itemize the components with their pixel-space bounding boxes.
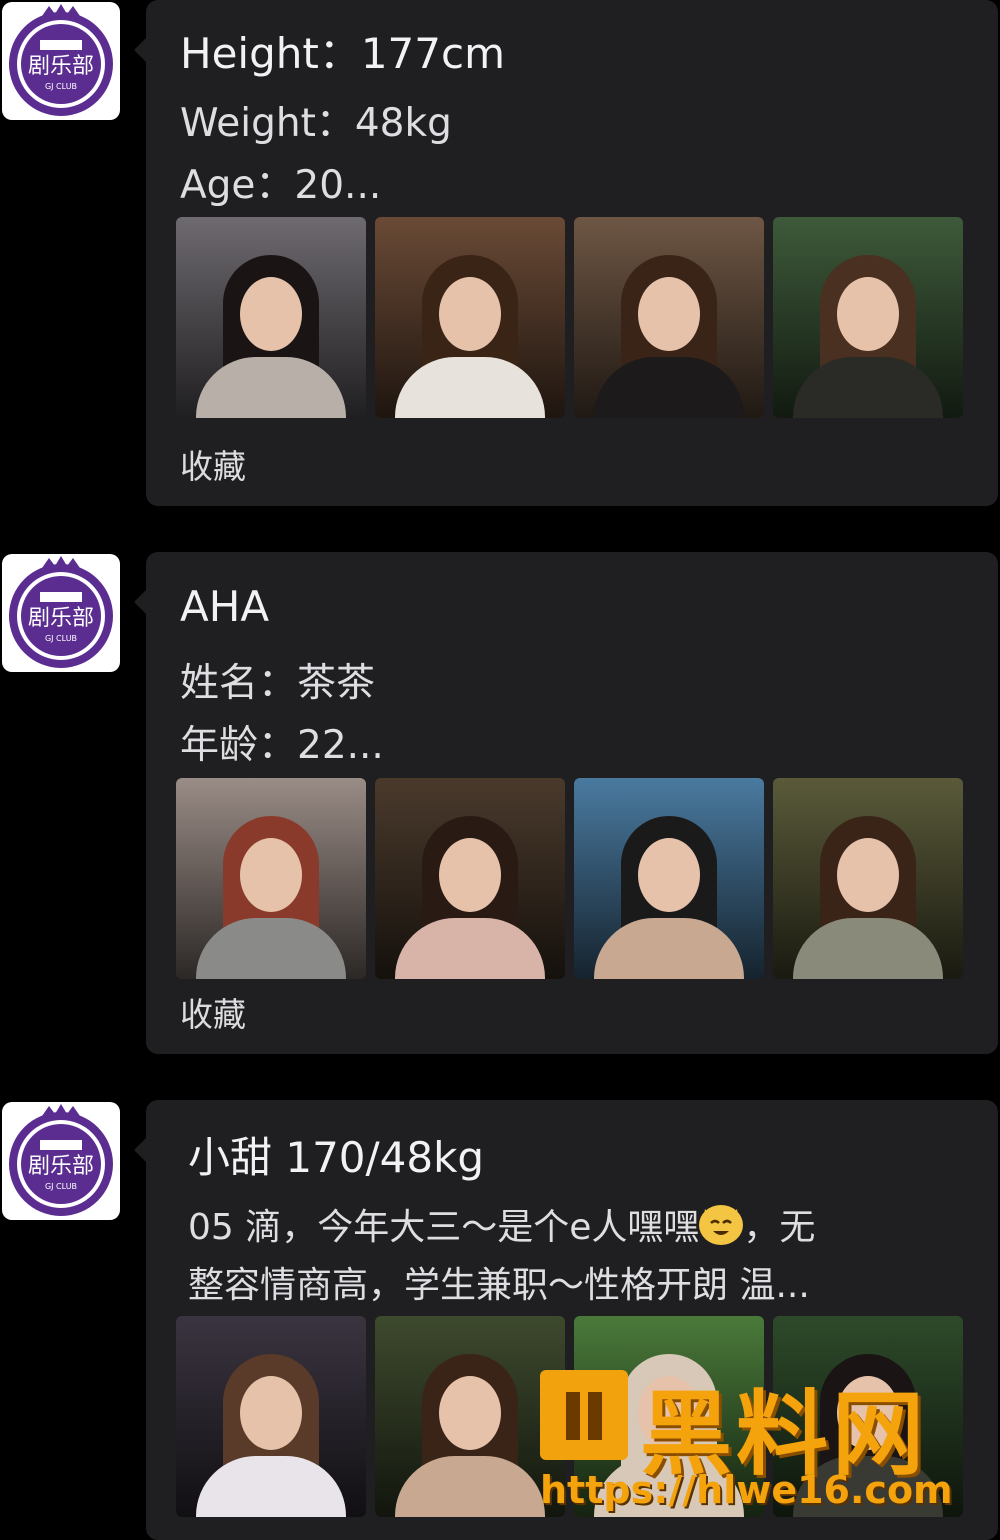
photo-body-shape bbox=[793, 357, 943, 418]
club-avatar[interactable]: 剧乐部 GJ CLUB bbox=[2, 2, 120, 120]
svg-text:剧乐部: 剧乐部 bbox=[28, 54, 94, 79]
photo-body-shape bbox=[793, 918, 943, 979]
photo-body-shape bbox=[395, 357, 545, 418]
svg-text:剧乐部: 剧乐部 bbox=[28, 1154, 94, 1179]
photo-face-shape bbox=[837, 277, 899, 351]
photo-body-shape bbox=[395, 1456, 545, 1517]
favorite-button[interactable]: 收藏 bbox=[180, 988, 246, 1036]
weight-line: Weight：48kg bbox=[180, 101, 452, 146]
post-2: 剧乐部 GJ CLUB AHA 姓名：茶茶 年龄：22... 收藏 bbox=[0, 552, 1000, 1058]
photo-face-shape bbox=[638, 277, 700, 351]
photo-thumbnail[interactable] bbox=[176, 778, 366, 979]
photo-thumbnail[interactable] bbox=[574, 217, 764, 418]
photo-face-shape bbox=[439, 838, 501, 912]
photo-face-shape bbox=[439, 1376, 501, 1450]
svg-text:剧乐部: 剧乐部 bbox=[28, 606, 94, 631]
message-bubble: Height：177cm Weight：48kg Age：20... 收藏 bbox=[134, 0, 998, 506]
photo-thumbnail[interactable] bbox=[176, 217, 366, 418]
photo-face-shape bbox=[240, 1376, 302, 1450]
svg-text:GJ CLUB: GJ CLUB bbox=[45, 634, 77, 643]
photo-body-shape bbox=[395, 918, 545, 979]
photo-thumbnail[interactable] bbox=[773, 217, 963, 418]
watermark-logo-icon bbox=[540, 1370, 628, 1460]
description-text-after: ，无 bbox=[743, 1207, 816, 1248]
photo-body-shape bbox=[196, 1456, 346, 1517]
photo-face-shape bbox=[439, 277, 501, 351]
age-line: Age：20... bbox=[180, 163, 382, 208]
photo-body-shape bbox=[196, 357, 346, 418]
photo-thumbnail[interactable] bbox=[773, 778, 963, 979]
cat-face-emoji-icon bbox=[699, 1205, 744, 1245]
real-name-line: 姓名：茶茶 bbox=[180, 661, 376, 706]
photo-thumbnail[interactable] bbox=[375, 1316, 565, 1517]
photo-thumbnail[interactable] bbox=[176, 1316, 366, 1517]
photo-thumbnail[interactable] bbox=[574, 778, 764, 979]
description-text: 05 滴，今年大三～是个e人嘿嘿 bbox=[188, 1207, 700, 1248]
photo-face-shape bbox=[638, 838, 700, 912]
club-avatar[interactable]: 剧乐部 GJ CLUB bbox=[2, 1102, 120, 1220]
club-logo-icon: 剧乐部 GJ CLUB bbox=[9, 1104, 113, 1216]
photo-face-shape bbox=[240, 277, 302, 351]
post-title: 小甜 170/48kg bbox=[188, 1133, 485, 1182]
photo-grid bbox=[176, 217, 963, 418]
photo-body-shape bbox=[594, 357, 744, 418]
description-line-2: 整容情商高，学生兼职～性格开朗 温... bbox=[188, 1265, 810, 1306]
watermark-url: https://hlwe16.com bbox=[540, 1468, 953, 1512]
age-line: 年龄：22... bbox=[180, 723, 384, 768]
site-watermark: 黑料网 https://hlwe16.com bbox=[540, 1360, 980, 1520]
name-line: AHA bbox=[180, 582, 270, 631]
description-line-1: 05 滴，今年大三～是个e人嘿嘿 ，无 bbox=[188, 1198, 815, 1250]
club-logo-icon: 剧乐部 GJ CLUB bbox=[9, 4, 113, 116]
photo-thumbnail[interactable] bbox=[375, 217, 565, 418]
favorite-button[interactable]: 收藏 bbox=[180, 440, 246, 488]
club-logo-icon: 剧乐部 GJ CLUB bbox=[9, 556, 113, 668]
svg-text:GJ CLUB: GJ CLUB bbox=[45, 82, 77, 91]
photo-body-shape bbox=[594, 918, 744, 979]
photo-face-shape bbox=[240, 838, 302, 912]
message-bubble: AHA 姓名：茶茶 年龄：22... 收藏 bbox=[134, 552, 998, 1054]
photo-body-shape bbox=[196, 918, 346, 979]
svg-text:GJ CLUB: GJ CLUB bbox=[45, 1182, 77, 1191]
photo-face-shape bbox=[837, 838, 899, 912]
photo-thumbnail[interactable] bbox=[375, 778, 565, 979]
photo-grid bbox=[176, 778, 963, 979]
club-avatar[interactable]: 剧乐部 GJ CLUB bbox=[2, 554, 120, 672]
post-1: 剧乐部 GJ CLUB Height：177cm Weight：48kg Age… bbox=[0, 0, 1000, 520]
height-line: Height：177cm bbox=[180, 29, 506, 78]
